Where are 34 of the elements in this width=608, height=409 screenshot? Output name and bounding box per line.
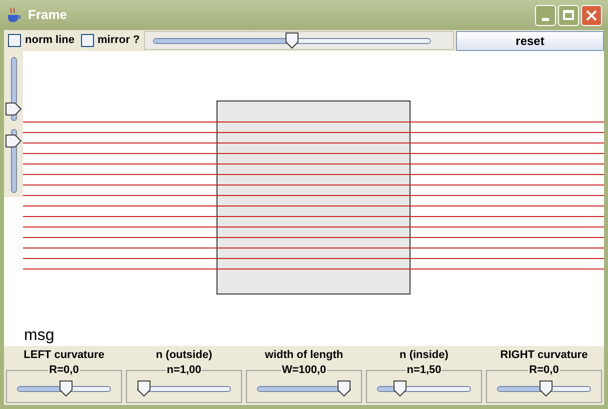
close-button[interactable] bbox=[581, 4, 602, 26]
vertical-slider[interactable] bbox=[4, 129, 22, 193]
checkbox[interactable]: norm line bbox=[8, 32, 75, 49]
slider[interactable] bbox=[257, 380, 351, 398]
slider-thumb[interactable] bbox=[337, 380, 351, 397]
message-text: msg bbox=[24, 326, 54, 346]
slider[interactable] bbox=[497, 380, 591, 398]
value-label: n=1,00 bbox=[166, 363, 202, 377]
checkbox[interactable]: mirror ? bbox=[80, 32, 140, 49]
control-label: n (inside) bbox=[400, 348, 448, 363]
value-label: n=1,50 bbox=[406, 363, 442, 377]
slider-thumb[interactable] bbox=[4, 134, 22, 148]
coffee-cup-icon bbox=[6, 7, 22, 23]
control-label: LEFT curvature bbox=[24, 348, 104, 363]
slider-thumb[interactable] bbox=[393, 380, 407, 397]
slider[interactable] bbox=[377, 380, 471, 398]
value-label: W=100,0 bbox=[280, 363, 328, 377]
reset-button[interactable]: reset bbox=[456, 30, 604, 50]
slider-thumb[interactable] bbox=[137, 380, 151, 397]
value-label: R=0,0 bbox=[48, 363, 80, 377]
slider[interactable] bbox=[17, 380, 111, 398]
slider-thumb[interactable] bbox=[538, 380, 553, 397]
vertical-slider[interactable] bbox=[4, 57, 22, 121]
window-title: Frame bbox=[28, 6, 68, 24]
slider-thumb[interactable] bbox=[284, 32, 299, 48]
control-label: width of length bbox=[264, 348, 344, 363]
slider[interactable] bbox=[152, 32, 431, 50]
control-label: RIGHT curvature bbox=[500, 348, 588, 363]
close-icon bbox=[586, 10, 597, 20]
control-label: n (outside) bbox=[156, 348, 212, 363]
slider-thumb[interactable] bbox=[59, 380, 74, 397]
value-label: R=0,0 bbox=[528, 363, 560, 377]
slider[interactable] bbox=[137, 380, 231, 398]
slider-thumb[interactable] bbox=[4, 102, 22, 116]
